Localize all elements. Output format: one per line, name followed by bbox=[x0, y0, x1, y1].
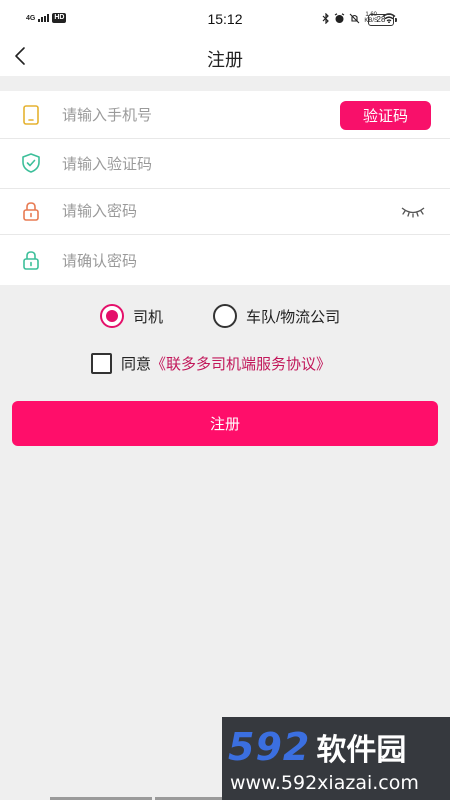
role-driver-option[interactable]: 司机 bbox=[100, 304, 163, 328]
mute-icon bbox=[349, 13, 360, 23]
nav-bar: 注册 bbox=[0, 38, 450, 76]
bluetooth-icon bbox=[322, 12, 330, 24]
watermark: 592 软件园 www.592xiazai.com bbox=[222, 717, 450, 800]
phone-input[interactable] bbox=[62, 103, 322, 127]
password-visibility-toggle[interactable] bbox=[400, 203, 426, 221]
role-fleet-label: 车队/物流公司 bbox=[246, 308, 341, 326]
role-driver-label: 司机 bbox=[133, 308, 164, 326]
radio-fleet[interactable] bbox=[213, 304, 237, 328]
alarm-icon bbox=[335, 12, 345, 23]
password-row bbox=[0, 189, 450, 235]
password-input[interactable] bbox=[62, 199, 322, 223]
status-bar: 4G HD 15:12 1.60 KB/S 28 bbox=[0, 0, 450, 38]
battery-icon: 28 bbox=[368, 14, 397, 26]
agreement-row: 同意 《联多多司机端服务协议》 bbox=[91, 353, 331, 374]
radio-driver[interactable] bbox=[100, 304, 124, 328]
watermark-number: 592 bbox=[228, 725, 311, 769]
lock-icon bbox=[23, 251, 39, 270]
confirm-password-row bbox=[0, 235, 450, 285]
role-fleet-option[interactable]: 车队/物流公司 bbox=[213, 304, 340, 328]
agreement-checkbox[interactable] bbox=[91, 353, 112, 374]
code-row bbox=[0, 139, 450, 189]
agreement-prefix: 同意 bbox=[121, 356, 152, 373]
register-form: 验证码 bbox=[0, 91, 450, 285]
watermark-brand: 592 软件园 bbox=[228, 725, 406, 769]
page-title: 注册 bbox=[207, 50, 243, 70]
register-button[interactable]: 注册 bbox=[12, 401, 438, 446]
eye-closed-icon bbox=[401, 207, 425, 218]
role-selector: 司机 车队/物流公司 bbox=[0, 304, 450, 332]
get-code-button[interactable]: 验证码 bbox=[340, 101, 431, 130]
code-input[interactable] bbox=[62, 152, 322, 176]
lock-icon bbox=[23, 202, 39, 221]
phone-row: 验证码 bbox=[0, 91, 450, 139]
watermark-url: www.592xiazai.com bbox=[230, 772, 419, 794]
phone-icon bbox=[23, 105, 39, 125]
shield-check-icon bbox=[22, 153, 40, 173]
agreement-link[interactable]: 《联多多司机端服务协议》 bbox=[151, 353, 331, 374]
confirm-password-input[interactable] bbox=[62, 249, 322, 273]
watermark-name: 软件园 bbox=[316, 734, 407, 767]
